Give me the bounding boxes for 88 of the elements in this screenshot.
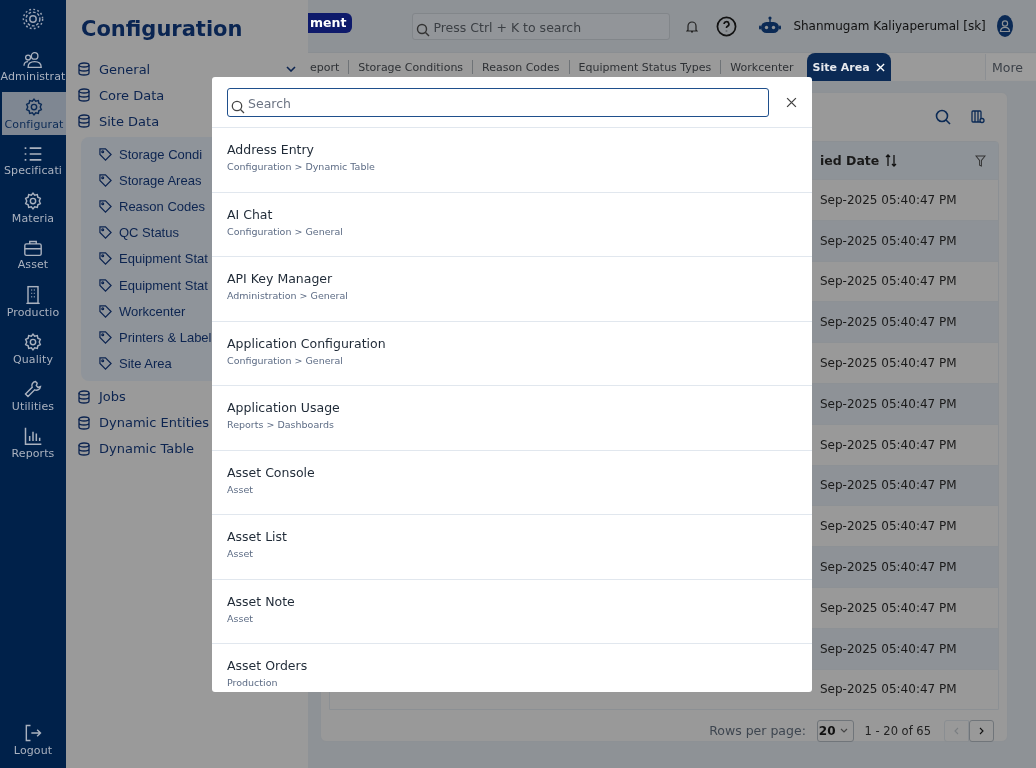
building-icon [25, 284, 41, 305]
help-icon[interactable] [716, 15, 738, 37]
database-icon [78, 415, 90, 430]
tag-icon [99, 278, 112, 292]
chevron-left-icon [954, 726, 959, 735]
columns-settings-icon[interactable] [971, 110, 985, 124]
page-range: 1 - 20 of 65 [864, 723, 931, 738]
gear-icon [23, 331, 43, 352]
search-result[interactable]: Asset Console Asset [212, 450, 812, 515]
sort-icon[interactable] [885, 154, 898, 167]
nav-item[interactable]: Quality [0, 327, 66, 370]
database-icon [78, 114, 90, 128]
user-name[interactable]: Shanmugam Kaliyaperumal [sk] [793, 19, 986, 33]
search-result[interactable]: Asset Orders Production [212, 644, 812, 692]
tab[interactable]: Equipment Status Types [569, 53, 721, 81]
tab[interactable]: Reason Codes [473, 53, 569, 81]
search-field[interactable]: Search [227, 87, 769, 117]
bell-icon[interactable] [686, 19, 699, 33]
table-cell: Sep-2025 05:40:47 PM [820, 519, 957, 534]
list-icon [23, 144, 43, 163]
briefcase-icon [23, 238, 43, 257]
bar-chart-icon [23, 425, 43, 446]
search-result[interactable]: Application Configuration Configuration > General [212, 321, 812, 386]
table-cell: Sep-2025 05:40:47 PM [820, 600, 957, 615]
tab[interactable]: Site Area [806, 53, 891, 81]
module-badge: ment [308, 13, 353, 33]
nav-item[interactable]: Reports [0, 421, 66, 464]
table-cell: Sep-2025 05:40:47 PM [820, 478, 957, 493]
tag-icon [99, 147, 112, 161]
table-cell: Sep-2025 05:40:47 PM [820, 274, 957, 289]
tab[interactable]: eport [308, 53, 349, 81]
search-icon[interactable] [935, 109, 951, 125]
tag-icon [99, 330, 112, 344]
nav-item[interactable]: Utilities [0, 374, 66, 417]
search-icon [231, 99, 245, 114]
tag-icon [99, 199, 112, 213]
filter-icon[interactable] [975, 154, 986, 167]
close-icon[interactable] [786, 96, 797, 108]
table-cell: Sep-2025 05:40:47 PM [820, 437, 957, 452]
nav-item[interactable]: Materia [0, 186, 66, 229]
database-icon [78, 88, 90, 102]
search-result[interactable]: Asset List Asset [212, 515, 812, 580]
gear-icon [23, 190, 43, 211]
nav-item[interactable]: Administrat [0, 45, 66, 88]
tab[interactable]: Workcenter [721, 53, 803, 81]
tag-icon [99, 173, 112, 187]
gear-icon [24, 96, 44, 117]
table-cell: Sep-2025 05:40:47 PM [820, 356, 957, 371]
chevron-down-icon [839, 728, 848, 734]
tab[interactable]: Storage Conditions [349, 53, 473, 81]
tag-icon [99, 357, 112, 371]
rows-per-page-label: Rows per page: [709, 723, 806, 739]
robot-icon[interactable] [759, 16, 782, 36]
people-icon [23, 50, 43, 69]
menu-item[interactable]: General [78, 56, 308, 82]
database-icon [78, 389, 90, 404]
table-cell: Sep-2025 05:40:47 PM [820, 233, 957, 248]
search-result[interactable]: Asset Note Asset [212, 579, 812, 644]
tag-icon [99, 226, 112, 240]
search-result[interactable]: Address Entry Configuration > Dynamic Table [212, 128, 812, 193]
table-cell: Sep-2025 05:40:47 PM [820, 560, 957, 575]
database-icon [78, 62, 90, 76]
table-cell: Sep-2025 05:40:47 PM [820, 396, 957, 411]
nav-item[interactable]: Specificati [0, 139, 66, 182]
search-result[interactable]: AI Chat Configuration > General [212, 192, 812, 257]
logout-icon [23, 723, 43, 743]
search-result[interactable]: Application Usage Reports > Dashboards [212, 386, 812, 451]
rows-per-page-select[interactable]: 20 [816, 719, 854, 742]
tag-icon [99, 252, 112, 266]
logout-button[interactable]: Logout [0, 716, 66, 764]
wrench-icon [23, 378, 43, 399]
gear-logo-icon [22, 8, 44, 30]
database-icon [78, 441, 90, 456]
search-result[interactable]: API Key Manager Administration > General [212, 257, 812, 322]
table-cell: Sep-2025 05:40:47 PM [820, 192, 957, 207]
nav-item[interactable]: Asset [0, 233, 66, 276]
search-icon [416, 22, 431, 37]
chevron-right-icon [979, 726, 984, 735]
user-avatar-icon[interactable] [996, 15, 1013, 37]
table-cell: Sep-2025 05:40:47 PM [820, 641, 957, 656]
tag-icon [99, 304, 112, 318]
table-cell: Sep-2025 05:40:47 PM [820, 315, 957, 330]
nav-item[interactable]: Configurat [2, 92, 66, 135]
table-cell: Sep-2025 05:40:47 PM [820, 682, 957, 697]
search-field[interactable]: Press Ctrl + K to search [412, 12, 671, 40]
nav-item[interactable]: Productio [0, 280, 66, 323]
panel-title: Configuration [81, 17, 244, 41]
column-header[interactable]: ied Date [820, 153, 880, 168]
